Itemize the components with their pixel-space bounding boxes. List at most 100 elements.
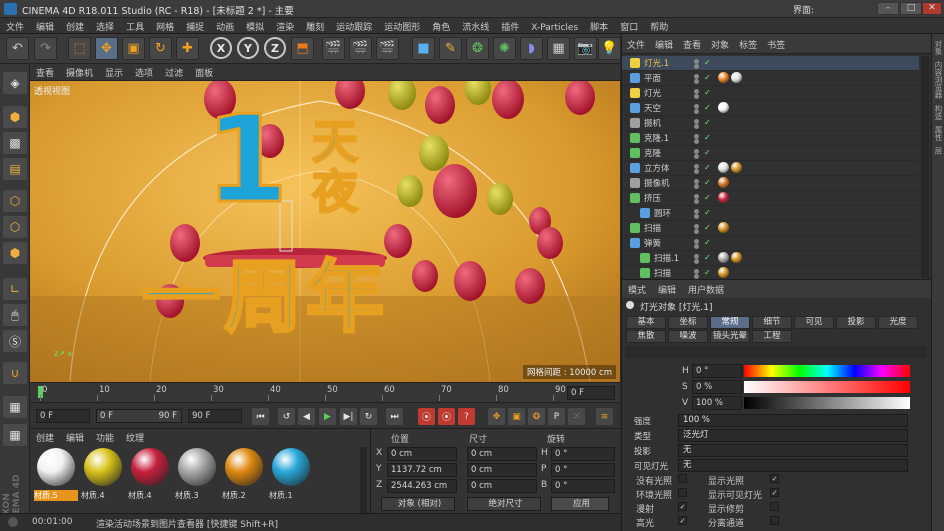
object-row[interactable]: 摄机 ✓ [622, 116, 919, 131]
saturation-field[interactable]: 0 % [692, 380, 742, 394]
hue-slider[interactable] [744, 365, 910, 377]
attribute-value[interactable]: 泛光灯 [678, 429, 908, 442]
goto-end-button[interactable]: ⏭ [386, 408, 403, 425]
enabled-check-icon[interactable]: ✓ [704, 268, 712, 278]
subdivision-button[interactable]: ❂ [466, 37, 489, 60]
workplane-mode-button[interactable]: ▤ [3, 158, 27, 180]
material-menu-item[interactable]: 纹理 [120, 429, 150, 444]
timeline-ruler[interactable]: 0 10 20 30 40 50 60 70 80 90 0 F [30, 382, 620, 402]
menu-item[interactable]: 网格 [150, 18, 180, 33]
rotation-field[interactable]: 0 ° [551, 463, 615, 477]
x-axis-button[interactable]: X [210, 37, 232, 59]
cube-primitive-button[interactable]: ■ [412, 37, 435, 60]
menu-item[interactable]: 动画 [210, 18, 240, 33]
position-field[interactable]: 0 cm [387, 447, 457, 461]
attribute-checkbox[interactable]: ✓ [678, 516, 687, 525]
menu-item[interactable]: 脚本 [584, 18, 614, 33]
key-pla-button[interactable]: ⁙ [568, 408, 585, 425]
menu-item[interactable]: 渲染 [270, 18, 300, 33]
attribute-checkbox[interactable] [770, 502, 779, 511]
attribute-tab[interactable]: 可见 [794, 316, 834, 329]
points-mode-button[interactable]: ⬡ [3, 190, 27, 212]
object-row[interactable]: 克隆 ✓ [622, 146, 919, 161]
material-swatch[interactable]: 材质.4 [81, 448, 125, 510]
axis-mode-button[interactable]: ∟ [3, 278, 27, 300]
end-frame-field[interactable]: 90 F [188, 409, 242, 423]
keyframe-selection-button[interactable]: ? [458, 408, 475, 425]
menu-item[interactable]: 模拟 [240, 18, 270, 33]
object-row[interactable]: 圆环 ✓ [622, 206, 919, 221]
enabled-check-icon[interactable]: ✓ [704, 133, 712, 143]
render-view-button[interactable]: 🎬 [322, 37, 345, 60]
next-key-button[interactable]: ↻ [360, 408, 377, 425]
attribute-checkbox[interactable]: ✓ [678, 502, 687, 511]
menu-item[interactable]: 捕捉 [180, 18, 210, 33]
menu-item[interactable]: 雕刻 [300, 18, 330, 33]
prev-key-button[interactable]: ↺ [278, 408, 295, 425]
menu-item[interactable]: 插件 [495, 18, 525, 33]
material-menu-item[interactable]: 编辑 [60, 429, 90, 444]
live-select-button[interactable]: ⬚ [68, 37, 91, 60]
size-field[interactable]: 0 cm [467, 479, 537, 493]
record-active-button[interactable]: ⦿ [418, 408, 435, 425]
object-row[interactable]: 平面 ✓ [622, 71, 919, 86]
object-menu-item[interactable]: 对象 [706, 34, 734, 51]
coordinate-system-button[interactable]: ⬒ [291, 37, 314, 60]
deformer-button[interactable]: ◗ [520, 37, 543, 60]
attribute-checkbox[interactable]: ✓ [770, 474, 779, 483]
object-row[interactable]: 摄像机 ✓ [622, 176, 919, 191]
render-visibility-dot[interactable] [694, 139, 699, 144]
cloner-button[interactable]: ✺ [493, 37, 516, 60]
attribute-tab[interactable]: 工程 [752, 330, 792, 343]
object-row[interactable]: 灯光.1 ✓ [622, 56, 919, 71]
object-menu-item[interactable]: 查看 [678, 34, 706, 51]
render-visibility-dot[interactable] [694, 154, 699, 159]
render-settings-button[interactable]: 🎬 [376, 37, 399, 60]
light-button[interactable]: 💡 [598, 37, 621, 60]
enabled-check-icon[interactable]: ✓ [704, 103, 712, 113]
enabled-check-icon[interactable]: ✓ [704, 253, 712, 263]
material-menu-item[interactable]: 功能 [90, 429, 120, 444]
material-tag-icon[interactable] [718, 222, 729, 233]
enabled-check-icon[interactable]: ✓ [704, 163, 712, 173]
key-rotation-button[interactable]: ❂ [528, 408, 545, 425]
play-button[interactable]: ▶ [319, 408, 336, 425]
value-slider[interactable] [744, 397, 910, 409]
render-visibility-dot[interactable] [694, 169, 699, 174]
render-visibility-dot[interactable] [694, 64, 699, 69]
material-tag-icon[interactable] [718, 192, 729, 203]
value-field[interactable]: 100 % [692, 396, 742, 410]
key-param-button[interactable]: P [548, 408, 565, 425]
attribute-tab[interactable]: 细节 [752, 316, 792, 329]
size-mode-dropdown[interactable]: 绝对尺寸 [467, 497, 541, 511]
enabled-check-icon[interactable]: ✓ [704, 178, 712, 188]
recent-tool-button[interactable]: ✚ [176, 37, 199, 60]
key-position-button[interactable]: ✥ [488, 408, 505, 425]
render-visibility-dot[interactable] [694, 214, 699, 219]
enabled-check-icon[interactable]: ✓ [704, 238, 712, 248]
attribute-menu-item[interactable]: 用户数据 [682, 280, 730, 296]
make-editable-button[interactable]: ◈ [3, 72, 27, 94]
attribute-menu-item[interactable]: 模式 [622, 280, 652, 296]
material-tag-icon[interactable] [731, 162, 742, 173]
attribute-checkbox[interactable]: ✓ [770, 488, 779, 497]
material-swatch[interactable]: 材质.2 [222, 448, 266, 510]
render-visibility-dot[interactable] [694, 244, 699, 249]
perspective-viewport[interactable]: 1 天夜 一周年 透视视图 网格间距 : 10000 cm z↗ x [30, 81, 620, 382]
menu-item[interactable]: 运动跟踪 [330, 18, 378, 33]
snap-button[interactable]: Ⓢ [3, 330, 27, 352]
object-row[interactable]: 扫描 ✓ [622, 221, 919, 236]
menu-item[interactable]: X-Particles [525, 21, 584, 33]
planar-workplane-button[interactable]: ▦ [3, 424, 27, 446]
next-frame-button[interactable]: ▶| [340, 408, 357, 425]
material-tag-icon[interactable] [718, 162, 729, 173]
material-swatch[interactable]: 材质.4 [128, 448, 172, 510]
object-row[interactable]: 克隆.1 ✓ [622, 131, 919, 146]
material-swatch[interactable]: 材质.3 [175, 448, 219, 510]
attribute-value[interactable]: 100 % [678, 414, 908, 427]
material-tag-icon[interactable] [718, 177, 729, 188]
dock-tab[interactable]: 属性 [933, 126, 944, 141]
attribute-value[interactable]: 无 [678, 444, 908, 457]
size-field[interactable]: 0 cm [467, 463, 537, 477]
dock-tab[interactable]: 内容浏览器 [933, 61, 944, 99]
